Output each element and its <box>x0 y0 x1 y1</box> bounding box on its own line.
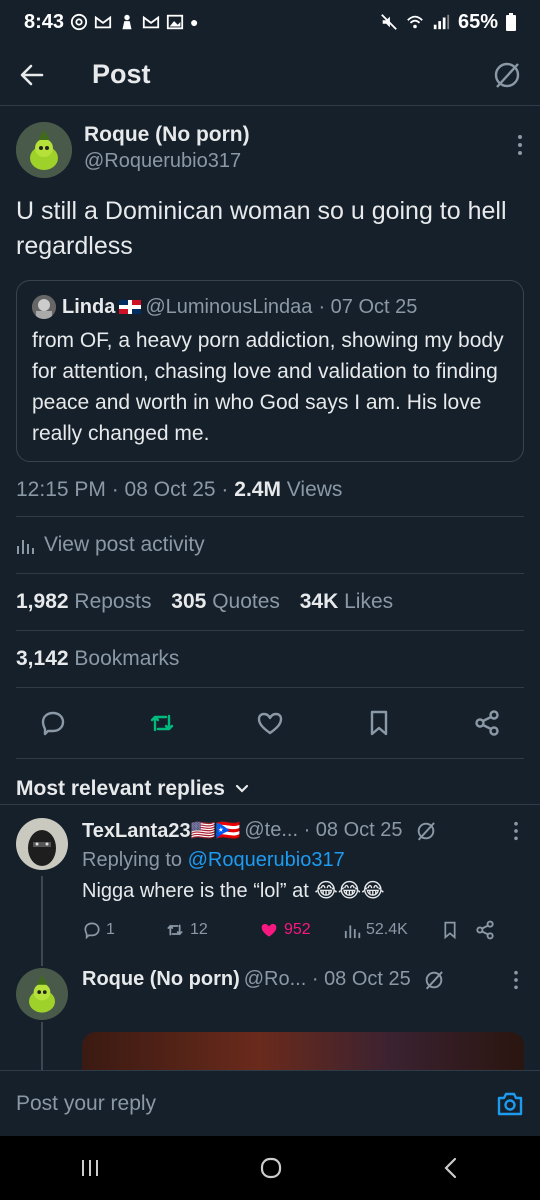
reply-text: Nigga where is the “lol” at 😂😂😂 <box>82 880 385 902</box>
reply-icon <box>84 922 100 940</box>
bookmarks-stats[interactable]: 3,142 Bookmarks <box>16 631 524 688</box>
divider <box>0 804 540 805</box>
quoted-post[interactable]: Linda @LuminousLindaa · 07 Oct 25 from O… <box>16 280 524 462</box>
bookmarks-label: Bookmarks <box>74 647 180 670</box>
post-text: U still a Dominican woman so u going to … <box>16 197 507 260</box>
liked-heart-icon <box>261 924 277 937</box>
post-meta: 12:15 PM · 08 Oct 25 · 2.4M Views <box>16 478 524 517</box>
threads-icon <box>70 13 88 31</box>
replying-to: Replying to @Roquerubio317 <box>82 849 524 872</box>
bookmark-icon[interactable] <box>440 919 460 941</box>
reply-icon[interactable] <box>38 708 68 738</box>
chevron-down-icon <box>235 784 249 793</box>
bookmark-icon[interactable] <box>364 708 394 738</box>
system-nav-bar <box>0 1136 540 1200</box>
reply-reposts-count: 12 <box>190 921 208 938</box>
replying-prefix: Replying to <box>82 849 188 871</box>
thread-line <box>41 1022 43 1072</box>
reply-meta: @te... · 08 Oct 25 <box>244 819 403 841</box>
view-activity-row[interactable]: View post activity <box>16 517 524 574</box>
reply-avatar[interactable] <box>16 968 68 1020</box>
quotes-label[interactable]: Quotes <box>212 590 280 613</box>
reply-actions: 1 12 952 52.4K <box>82 919 524 941</box>
gmail-icon <box>142 15 160 29</box>
camera-icon[interactable] <box>496 1091 524 1117</box>
reply-author-name[interactable]: TexLanta23🇺🇸🇵🇷 <box>82 818 240 843</box>
dot-icon: ● <box>190 14 199 30</box>
views-count: 2.4M <box>234 478 281 501</box>
reply-views-button[interactable]: 52.4K <box>344 921 440 939</box>
reply-replies-count: 1 <box>106 921 115 938</box>
more-options-icon[interactable] <box>512 970 520 990</box>
reposts-count[interactable]: 1,982 <box>16 590 69 613</box>
recent-apps-icon[interactable] <box>79 1157 101 1179</box>
quote-text: from OF, a heavy porn addiction, showing… <box>32 329 504 445</box>
author-avatar[interactable] <box>16 122 72 178</box>
reply-reply-button[interactable]: 1 <box>82 920 164 940</box>
reply-item[interactable]: TexLanta23🇺🇸🇵🇷 @te... · 08 Oct 25 Replyi… <box>0 818 540 941</box>
likes-count[interactable]: 34K <box>300 590 339 613</box>
post-actions <box>16 688 524 759</box>
gmail-icon <box>94 15 112 29</box>
view-activity-label: View post activity <box>44 533 205 556</box>
top-bar: Post <box>0 44 540 106</box>
battery-icon <box>506 13 516 31</box>
more-options-icon[interactable] <box>512 821 520 841</box>
gallery-icon <box>166 14 184 30</box>
more-options-icon[interactable] <box>516 122 524 161</box>
back-arrow-icon[interactable] <box>18 61 46 89</box>
page-title: Post <box>92 59 151 89</box>
quote-date: · 07 Oct 25 <box>318 295 418 318</box>
like-icon[interactable] <box>255 708 285 738</box>
reply-meta: @Ro... · 08 Oct 25 <box>243 968 411 990</box>
grok-icon[interactable] <box>492 60 522 90</box>
grok-icon[interactable] <box>415 820 437 842</box>
reply-item[interactable]: Roque (No porn) @Ro... · 08 Oct 25 <box>0 968 540 1020</box>
share-icon[interactable] <box>472 708 502 738</box>
mute-icon <box>381 14 397 30</box>
main-post: Roque (No porn) @Roquerubio317 U still a… <box>0 106 540 819</box>
battery-level: 65% <box>457 10 498 33</box>
reply-composer[interactable]: Post your reply <box>0 1070 540 1136</box>
likes-label[interactable]: Likes <box>344 590 393 613</box>
sort-label: Most relevant replies <box>16 777 225 800</box>
home-icon[interactable] <box>259 1156 283 1180</box>
reply-views-count: 52.4K <box>366 921 408 938</box>
grok-icon[interactable] <box>423 969 445 991</box>
reply-sort-selector[interactable]: Most relevant replies <box>16 759 524 819</box>
status-time: 8:43 <box>24 10 65 33</box>
reply-media[interactable] <box>82 1032 524 1072</box>
dominican-flag-icon <box>119 300 142 314</box>
quote-author-name: Linda <box>62 295 116 318</box>
post-time: 12:15 PM · 08 Oct 25 · <box>16 478 235 501</box>
bookmarks-count: 3,142 <box>16 647 69 670</box>
quotes-count[interactable]: 305 <box>171 590 206 613</box>
author-handle[interactable]: @Roquerubio317 <box>84 148 250 174</box>
views-label: Views <box>280 478 343 501</box>
reply-likes-count: 952 <box>284 921 311 938</box>
replying-handle[interactable]: @Roquerubio317 <box>188 849 345 871</box>
repost-icon <box>167 924 183 936</box>
reply-avatar[interactable] <box>16 818 68 870</box>
engagement-stats: 1,982 Reposts 305 Quotes 34K Likes <box>16 574 524 631</box>
wifi-icon <box>407 15 423 29</box>
repost-icon[interactable] <box>147 708 177 738</box>
signal-icon <box>433 14 450 30</box>
reply-like-button[interactable]: 952 <box>258 920 344 940</box>
reply-input[interactable]: Post your reply <box>16 1092 156 1116</box>
analytics-icon <box>344 925 361 939</box>
reposts-label[interactable]: Reposts <box>74 590 151 613</box>
system-back-icon[interactable] <box>441 1156 461 1180</box>
quote-avatar <box>32 295 56 319</box>
share-icon[interactable] <box>474 919 496 941</box>
reply-repost-button[interactable]: 12 <box>164 920 258 940</box>
analytics-icon <box>17 540 34 554</box>
reply-author-name[interactable]: Roque (No porn) <box>82 968 240 991</box>
quote-author-handle: @LuminousLindaa <box>145 295 313 318</box>
person-icon <box>122 14 132 30</box>
status-bar: 8:43 ● 65% <box>0 0 540 44</box>
author-name[interactable]: Roque (No porn) <box>84 122 250 148</box>
